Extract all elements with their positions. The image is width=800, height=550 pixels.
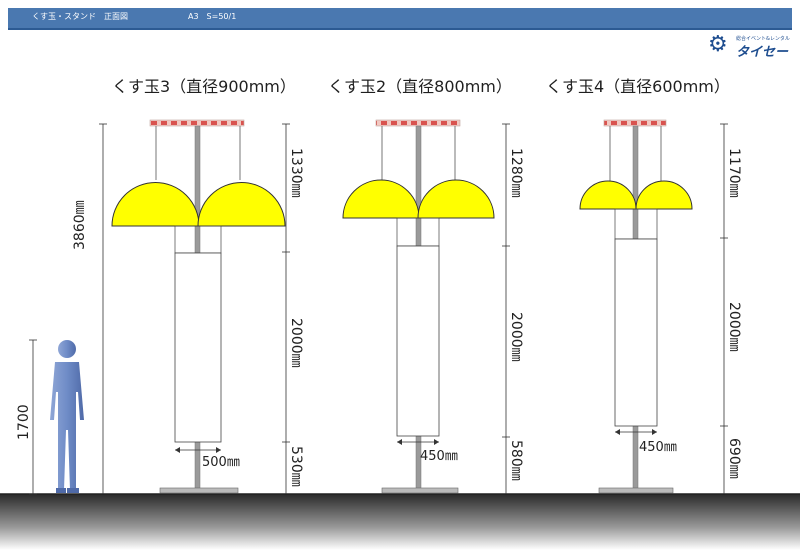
model-1-banner-width: 500㎜ <box>202 455 240 470</box>
model-2-dim-mid: 2000㎜ <box>508 312 524 362</box>
model-3-dim-bottom: 690㎜ <box>726 438 742 479</box>
model-1-dim-mid: 2000㎜ <box>288 318 304 368</box>
model-3-banner-width: 450㎜ <box>639 440 677 455</box>
base <box>381 487 459 494</box>
ball-half-right <box>197 182 286 227</box>
model-2-dim-top: 1280㎜ <box>508 148 524 198</box>
model-2-dim-bottom: 580㎜ <box>508 440 524 481</box>
ball-half-left <box>111 182 200 227</box>
top-bar <box>149 119 245 127</box>
model-3-dim-mid: 2000㎜ <box>726 302 742 352</box>
model-2-banner-width: 450㎜ <box>420 449 458 464</box>
front-view-drawing: 1700 くす玉3（直径900mm） 3860㎜ 1330㎜ 2000㎜ 530… <box>0 77 800 550</box>
kusudama-stand-1 <box>111 119 286 494</box>
base <box>598 487 674 494</box>
model-1-dim-bottom: 530㎜ <box>288 446 304 487</box>
model-3-title: くす玉4（直径600mm） <box>546 77 730 96</box>
ball-half-left <box>579 180 637 210</box>
base <box>159 487 239 494</box>
top-bar <box>603 119 667 127</box>
ball-half-right <box>417 179 495 219</box>
model-1-dim-top: 1330㎜ <box>288 148 304 198</box>
model-1-title: くす玉3（直径900mm） <box>112 77 296 96</box>
person-silhouette <box>50 340 84 493</box>
model-2-title: くす玉2（直径800mm） <box>328 77 512 96</box>
top-bar <box>375 119 461 127</box>
banner <box>396 245 440 437</box>
floor <box>0 494 800 550</box>
banner <box>614 238 658 427</box>
ball-half-right <box>635 180 693 210</box>
model-1-total-height: 3860㎜ <box>72 200 88 250</box>
ball-half-left <box>342 179 420 219</box>
kusudama-stand-2 <box>342 119 495 494</box>
kusudama-stand-3 <box>579 119 693 494</box>
model-3-dim-top: 1170㎜ <box>726 148 742 198</box>
banner <box>174 252 222 443</box>
person-height-label: 1700 <box>16 404 32 440</box>
